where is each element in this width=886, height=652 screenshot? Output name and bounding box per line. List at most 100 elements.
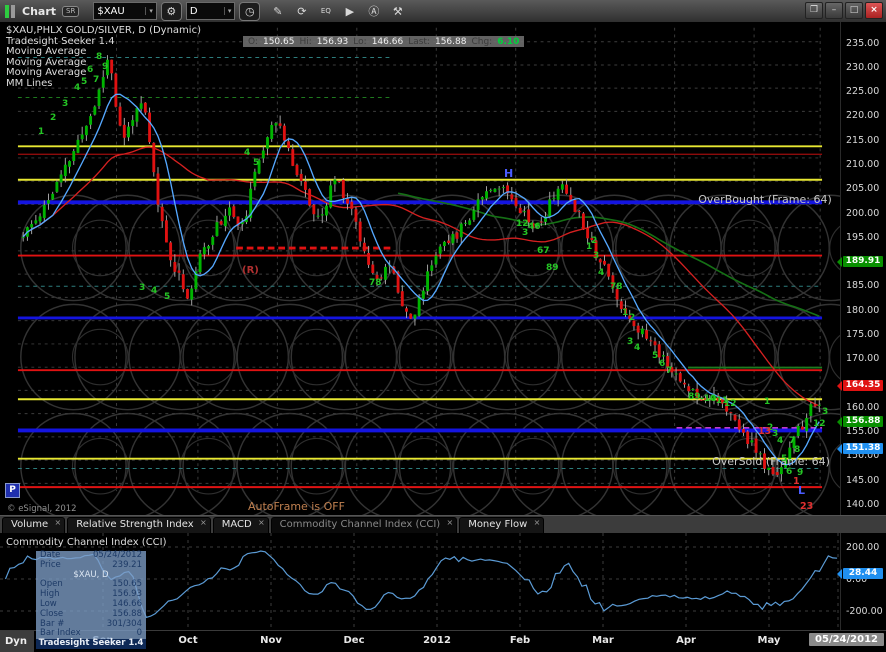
- wave-count-red: 13: [758, 426, 771, 437]
- wave-count: 6: [786, 467, 792, 477]
- price-tick: 220.00: [846, 110, 879, 121]
- price-tick: 195.00: [846, 232, 879, 243]
- close-button[interactable]: ×: [865, 2, 883, 19]
- cci-axis[interactable]: 200.000.00-200.0028.44: [840, 533, 886, 630]
- eq-icon[interactable]: EQ: [316, 3, 335, 20]
- chevron-down-icon[interactable]: ▾: [224, 7, 232, 15]
- wave-count: 12: [724, 399, 737, 409]
- study-label: MM Lines: [6, 79, 201, 90]
- month-label: Dec: [343, 635, 364, 646]
- price-tick: 180.00: [846, 305, 879, 316]
- tab-close-icon[interactable]: ×: [446, 518, 453, 527]
- quote-label: O:: [248, 37, 258, 47]
- quote-label: Chg:: [471, 37, 492, 47]
- cci-value-badge: 28.44: [843, 568, 883, 579]
- interval-combo[interactable]: D ▾: [186, 2, 236, 20]
- autoframe-status: AutoFrame is OFF: [248, 500, 345, 513]
- chevron-down-icon[interactable]: ▾: [145, 7, 153, 15]
- page-badge[interactable]: P: [5, 483, 20, 498]
- wave-count: 3: [593, 251, 599, 261]
- price-tick: 225.00: [846, 86, 879, 97]
- time-template-button[interactable]: ◷: [239, 2, 260, 21]
- tab-close-icon[interactable]: ×: [534, 518, 541, 527]
- minimize-button[interactable]: –: [825, 2, 843, 19]
- clock-icon: ◷: [245, 5, 255, 18]
- price-tick: 215.00: [846, 135, 879, 146]
- oversold-label: OverSold (Frame: 64): [696, 455, 846, 468]
- wave-count: 1: [764, 397, 770, 407]
- quote-label: Last:: [408, 37, 430, 47]
- pencil-icon[interactable]: ✎: [268, 3, 287, 20]
- wave-count: 1: [622, 308, 628, 318]
- overbought-label: OverBought (Frame: 64): [690, 193, 840, 206]
- restore-window-button[interactable]: ❐: [805, 2, 823, 19]
- tooltip-label: Price: [40, 561, 61, 571]
- gear-icon: ⚙: [166, 5, 176, 18]
- price-tick: 210.00: [846, 159, 879, 170]
- cci-tick: -200.00: [846, 606, 883, 617]
- wave-count-red: 23: [800, 501, 813, 512]
- tab-macd[interactable]: MACD×: [213, 517, 269, 533]
- wave-count: 4: [598, 268, 604, 278]
- chart-region: $XAU,PHLX GOLD/SILVER, D (Dynamic)Trades…: [0, 22, 886, 515]
- badge-arrow: [837, 569, 842, 579]
- chart-legend: $XAU,PHLX GOLD/SILVER, D (Dynamic)Trades…: [6, 26, 201, 90]
- wave-count: 2: [50, 113, 56, 123]
- month-label: Mar: [592, 635, 614, 646]
- change-value: 6.10: [497, 37, 519, 47]
- tab-close-icon[interactable]: ×: [258, 518, 265, 527]
- wave-count: 12: [813, 419, 826, 429]
- price-tick: 155.00: [846, 426, 879, 437]
- replay-icon[interactable]: ⟳: [292, 3, 311, 20]
- tab-close-icon[interactable]: ×: [55, 518, 62, 527]
- auto-circle-icon[interactable]: Ⓐ: [364, 3, 383, 20]
- window-title: Chart: [22, 5, 56, 18]
- price-tick: 175.00: [846, 329, 879, 340]
- wave-count: 3: [627, 337, 633, 347]
- price-tick: 230.00: [846, 62, 879, 73]
- toolbar-icons: ✎ ⟳ EQ ▶ Ⓐ ⚒: [268, 3, 407, 20]
- price-badge: 189.91: [843, 256, 883, 267]
- interval-value: D: [190, 6, 218, 17]
- price-badge: 156.88: [843, 416, 883, 427]
- wave-count: 46: [528, 222, 541, 232]
- tab-volume[interactable]: Volume×: [2, 517, 65, 533]
- wave-count: 67: [537, 246, 550, 256]
- eraser-icon[interactable]: ⚒: [388, 3, 407, 20]
- wave-count: 2: [591, 236, 597, 246]
- price-tick: 160.00: [846, 402, 879, 413]
- wave-count: 4: [777, 436, 783, 446]
- titlebar: Chart SR $XAU ▾ ⚙ D ▾ ◷ ✎ ⟳ EQ ▶ Ⓐ ⚒ ❐–□×: [0, 0, 886, 22]
- month-label: Apr: [676, 635, 696, 646]
- copyright-label: © eSignal, 2012: [7, 504, 77, 514]
- price-tick: 170.00: [846, 353, 879, 364]
- price-chart-plot[interactable]: [0, 22, 840, 515]
- play-icon[interactable]: ▶: [340, 3, 359, 20]
- wave-count: 4: [151, 286, 157, 296]
- wave-count: 4: [634, 343, 640, 353]
- price-axis[interactable]: 235.00230.00225.00220.00215.00210.00205.…: [840, 22, 886, 515]
- month-label: Nov: [260, 635, 282, 646]
- swing-marker: L: [798, 484, 805, 497]
- badge-arrow: [837, 381, 842, 391]
- month-label: 2012: [423, 635, 451, 646]
- wave-count: 2: [629, 313, 635, 323]
- symbol-combo[interactable]: $XAU ▾: [93, 2, 157, 20]
- price-badge: 164.35: [843, 380, 883, 391]
- tab-relative-strength-index[interactable]: Relative Strength Index×: [67, 517, 210, 533]
- link-badge: SR: [62, 6, 79, 17]
- wave-count: 3: [62, 99, 68, 109]
- window-buttons: ❐–□×: [805, 2, 883, 19]
- maximize-button[interactable]: □: [845, 2, 863, 19]
- tab-commodity-channel-index-cci-[interactable]: Commodity Channel Index (CCI)×: [271, 517, 458, 533]
- symbol-gear-button[interactable]: ⚙: [161, 2, 182, 21]
- tooltip-value: 239.21: [112, 561, 142, 571]
- wave-count: 6: [659, 359, 665, 369]
- swing-marker: H: [504, 167, 513, 180]
- tab-close-icon[interactable]: ×: [200, 518, 207, 527]
- badge-arrow: [837, 444, 842, 454]
- data-tooltip: Date05/24/2012Price239.21$XAU, DOpen150.…: [36, 551, 146, 649]
- wave-count: 3: [139, 283, 145, 293]
- tab-money-flow[interactable]: Money Flow×: [459, 517, 544, 533]
- retrace-marker: (R): [242, 265, 259, 276]
